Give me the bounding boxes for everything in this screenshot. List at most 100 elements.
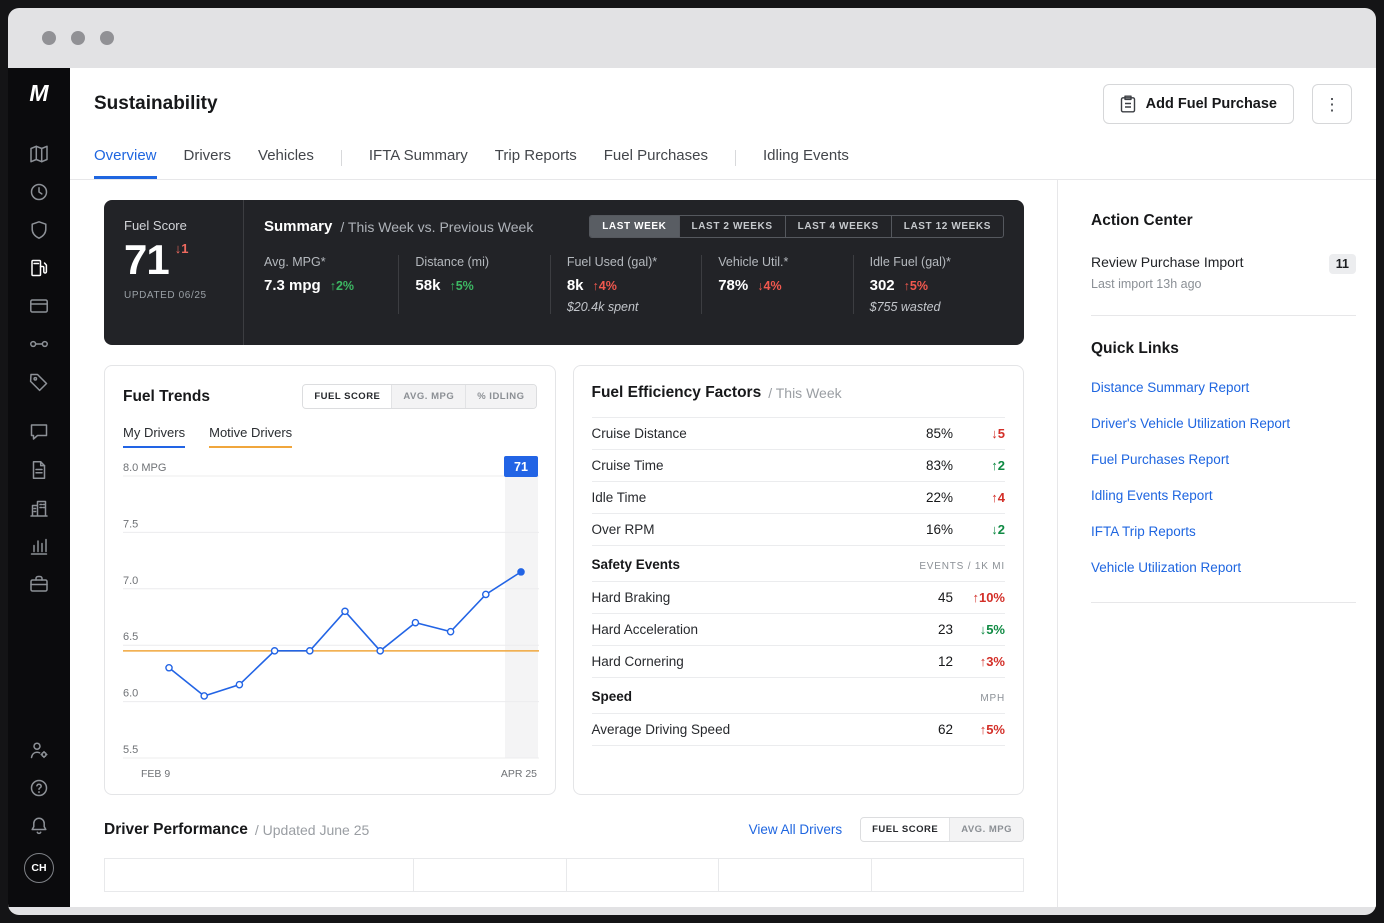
tab-divider xyxy=(340,149,342,166)
tab-divider xyxy=(734,149,736,166)
map-icon[interactable] xyxy=(20,135,58,173)
main-content: Fuel Score 71 ↓1 UPDATED 06/25 Summary /… xyxy=(70,180,1057,907)
quick-link-vehicle-utilization[interactable]: Vehicle Utilization Report xyxy=(1091,560,1356,575)
titlebar xyxy=(8,8,1376,68)
metric-fuel-used: Fuel Used (gal)* 8k ↑4% $20.4k spent xyxy=(549,255,701,314)
legend-my-drivers[interactable]: My Drivers xyxy=(123,425,186,448)
facility-icon[interactable] xyxy=(20,489,58,527)
toggle-fuel-score[interactable]: FUEL SCORE xyxy=(303,385,392,408)
fuel-icon[interactable] xyxy=(20,249,58,287)
svg-text:6.5: 6.5 xyxy=(123,631,138,643)
efficiency-row: Idle Time 22% ↑4 xyxy=(591,482,1005,514)
toggle-avg-mpg[interactable]: AVG. MPG xyxy=(949,818,1023,841)
quick-link-distance-summary[interactable]: Distance Summary Report xyxy=(1091,380,1356,395)
window-close-button[interactable] xyxy=(42,31,56,45)
action-item-subtitle: Last import 13h ago xyxy=(1091,277,1202,291)
metric-sub: $20.4k spent xyxy=(566,300,639,314)
fuel-score-label: Fuel Score xyxy=(124,218,187,233)
driver-performance-title: Driver Performance xyxy=(104,820,248,838)
efficiency-title: Fuel Efficiency Factors xyxy=(591,384,762,401)
metric-idle-fuel: Idle Fuel (gal)* 302 ↑5% $755 wasted xyxy=(852,255,1004,314)
efficiency-subtitle: / This Week xyxy=(768,385,842,401)
integrations-icon[interactable] xyxy=(20,325,58,363)
tab-idling-events[interactable]: Idling Events xyxy=(763,136,849,179)
table-header-cell xyxy=(104,858,414,892)
admin-icon[interactable] xyxy=(20,731,58,769)
clipboard-icon xyxy=(1120,95,1135,113)
table-header-cell xyxy=(565,858,719,892)
quick-link-fuel-purchases[interactable]: Fuel Purchases Report xyxy=(1091,452,1356,467)
view-all-drivers-link[interactable]: View All Drivers xyxy=(749,822,843,837)
toggle-fuel-score[interactable]: FUEL SCORE xyxy=(861,818,950,841)
motive-logo[interactable]: M xyxy=(29,82,48,105)
toggle-avg-mpg[interactable]: AVG. MPG xyxy=(391,385,466,408)
chat-icon[interactable] xyxy=(20,413,58,451)
avatar[interactable]: CH xyxy=(24,853,54,883)
summary-subtitle: / This Week vs. Previous Week xyxy=(340,218,534,235)
page-header: Sustainability Add Fuel Purchase ⋮ xyxy=(70,72,1376,136)
efficiency-row: Over RPM 16% ↓2 xyxy=(591,514,1005,546)
svg-text:APR 25: APR 25 xyxy=(501,768,537,780)
divider xyxy=(1091,602,1356,603)
tab-ifta-summary[interactable]: IFTA Summary xyxy=(369,136,468,179)
action-center-item[interactable]: Review Purchase Import Last import 13h a… xyxy=(1091,254,1356,291)
document-icon[interactable] xyxy=(20,451,58,489)
clock-icon[interactable] xyxy=(20,173,58,211)
quick-link-idling-events[interactable]: Idling Events Report xyxy=(1091,488,1356,503)
tab-vehicles[interactable]: Vehicles xyxy=(258,136,314,179)
quick-link-ifta-trip-reports[interactable]: IFTA Trip Reports xyxy=(1091,524,1356,539)
tab-fuel-purchases[interactable]: Fuel Purchases xyxy=(604,136,708,179)
tab-drivers[interactable]: Drivers xyxy=(184,136,232,179)
metric-avg-mpg: Avg. MPG* 7.3 mpg ↑2% xyxy=(264,255,355,294)
efficiency-row: Cruise Time 83% ↑2 xyxy=(591,450,1005,482)
sidebar-bottom: CH xyxy=(20,731,58,883)
add-fuel-purchase-button[interactable]: Add Fuel Purchase xyxy=(1102,84,1294,124)
safety-row: Hard Cornering 12 ↑3% xyxy=(591,646,1005,678)
apps-icon[interactable] xyxy=(20,565,58,603)
window-zoom-button[interactable] xyxy=(100,31,114,45)
action-item-title: Review Purchase Import xyxy=(1091,254,1244,270)
tag-icon[interactable] xyxy=(20,363,58,401)
legend-motive-drivers[interactable]: Motive Drivers xyxy=(209,425,293,448)
notifications-icon[interactable] xyxy=(20,807,58,845)
table-header-cell xyxy=(413,858,567,892)
range-last-week[interactable]: LAST WEEK xyxy=(590,216,679,237)
card-icon[interactable] xyxy=(20,287,58,325)
svg-text:7.0: 7.0 xyxy=(123,575,138,587)
help-icon[interactable] xyxy=(20,769,58,807)
metric-delta: ↑5% xyxy=(903,279,928,293)
svg-text:71: 71 xyxy=(514,460,528,474)
efficiency-row: Cruise Distance 85% ↓5 xyxy=(591,418,1005,450)
safety-unit-label: EVENTS / 1K MI xyxy=(919,561,1005,572)
range-last-2-weeks[interactable]: LAST 2 WEEKS xyxy=(678,216,785,237)
summary-card: Fuel Score 71 ↓1 UPDATED 06/25 Summary /… xyxy=(104,200,1024,345)
svg-text:7.5: 7.5 xyxy=(123,518,138,530)
speed-header: Speed MPH xyxy=(591,689,1005,714)
sidebar: M CH xyxy=(8,68,70,907)
fuel-trends-chart: 8.0 MPG 7.5 7.0 6.5 6.0 5.5 71 FEB 9 APR 25 xyxy=(123,456,539,780)
right-panel: Action Center Review Purchase Import Las… xyxy=(1057,180,1376,907)
tab-trip-reports[interactable]: Trip Reports xyxy=(495,136,577,179)
window-minimize-button[interactable] xyxy=(71,31,85,45)
date-range-toggle: LAST WEEK LAST 2 WEEKS LAST 4 WEEKS LAST… xyxy=(589,215,1004,238)
metric-vehicle-util: Vehicle Util.* 78% ↓4% xyxy=(701,255,852,314)
speed-row: Average Driving Speed 62 ↑5% xyxy=(591,714,1005,746)
table-header-cell xyxy=(870,858,1024,892)
range-last-12-weeks[interactable]: LAST 12 WEEKS xyxy=(890,216,1003,237)
toggle-idling[interactable]: % IDLING xyxy=(465,385,536,408)
fuel-trends-toggle: FUEL SCORE AVG. MPG % IDLING xyxy=(302,384,537,409)
metric-delta: ↓4% xyxy=(757,279,782,293)
chart-legend: My Drivers Motive Drivers xyxy=(123,425,537,448)
fuel-efficiency-card: Fuel Efficiency Factors / This Week Crui… xyxy=(572,365,1024,795)
shield-icon[interactable] xyxy=(20,211,58,249)
more-menu-button[interactable]: ⋮ xyxy=(1312,84,1352,124)
metric-delta: ↑4% xyxy=(592,279,617,293)
svg-text:FEB 9: FEB 9 xyxy=(141,768,170,780)
quick-link-driver-vehicle-utilization[interactable]: Driver's Vehicle Utilization Report xyxy=(1091,416,1356,431)
action-count-badge: 11 xyxy=(1328,254,1356,274)
speed-unit-label: MPH xyxy=(980,693,1005,704)
svg-text:8.0 MPG: 8.0 MPG xyxy=(123,462,166,474)
range-last-4-weeks[interactable]: LAST 4 WEEKS xyxy=(784,216,891,237)
tab-overview[interactable]: Overview xyxy=(94,136,157,179)
reports-icon[interactable] xyxy=(20,527,58,565)
